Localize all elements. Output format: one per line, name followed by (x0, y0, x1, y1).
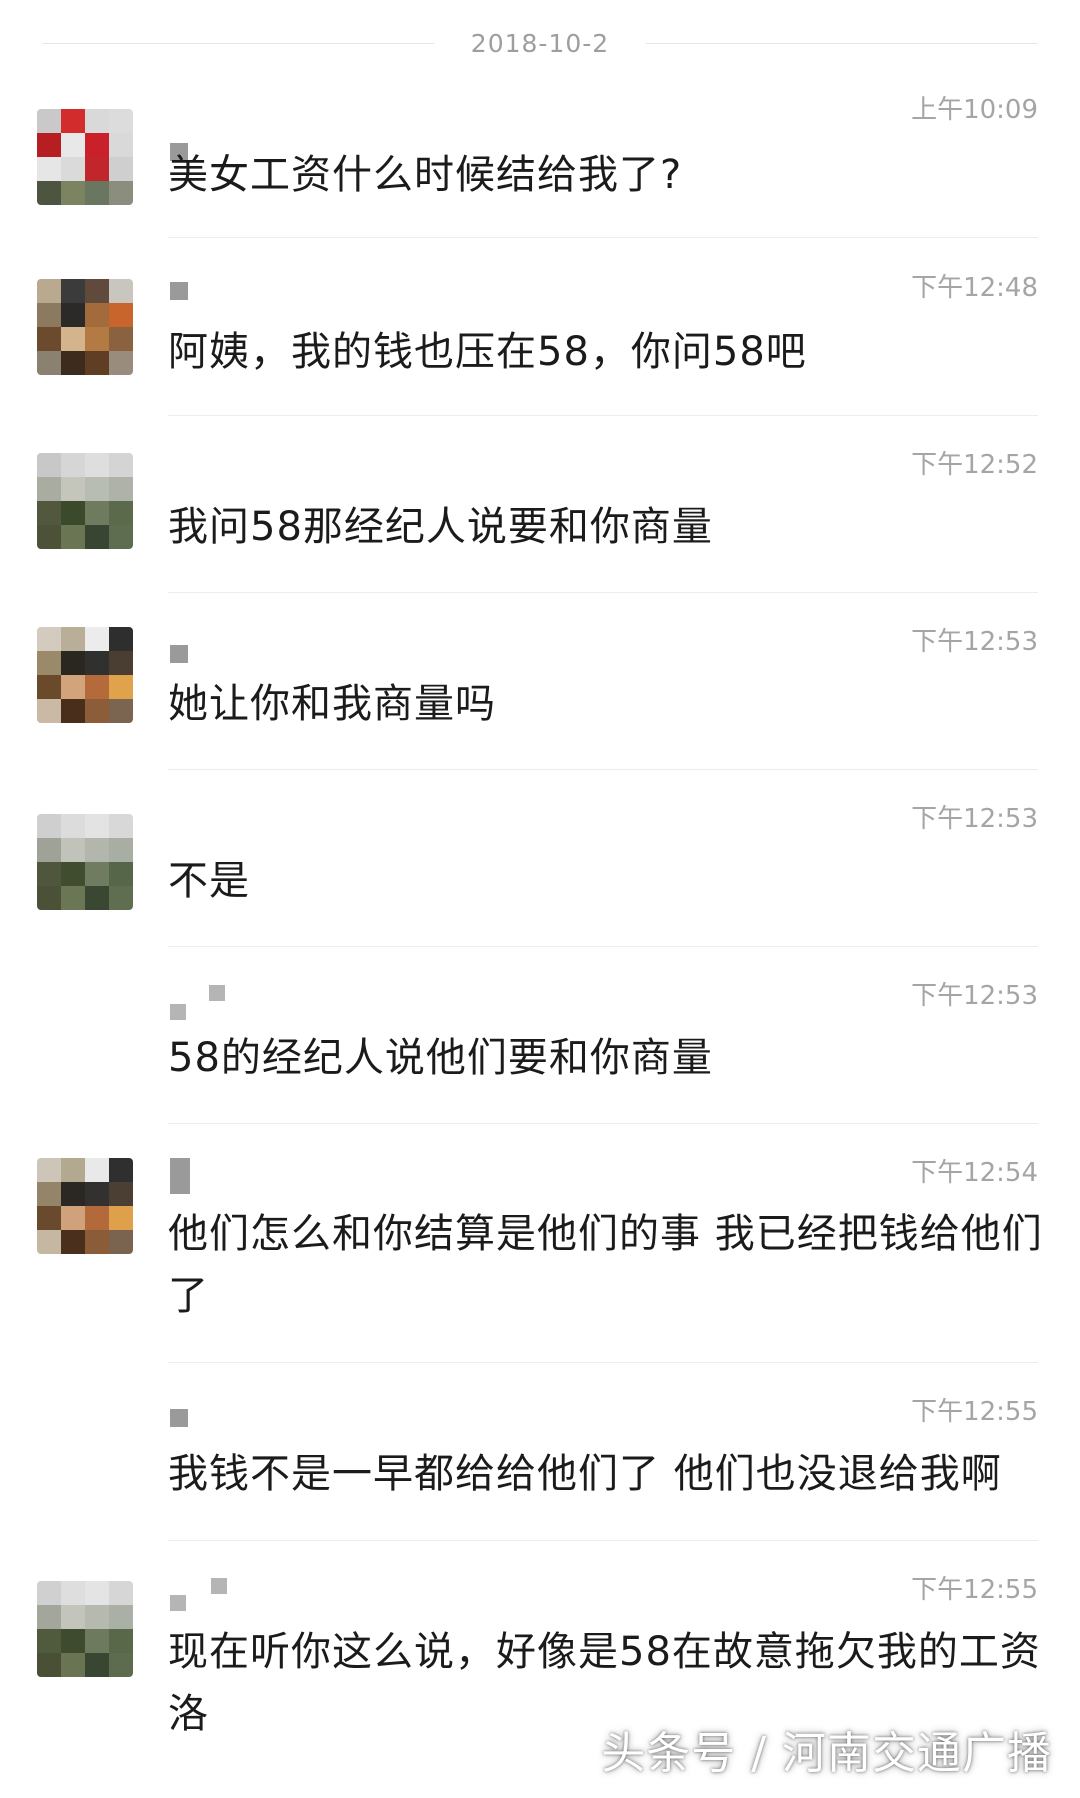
avatar[interactable] (37, 1581, 133, 1677)
avatar[interactable] (37, 814, 133, 910)
sender-name-redacted (170, 1595, 186, 1611)
sender-name-redacted (211, 1578, 227, 1594)
message-text: 我问58那经纪人说要和你商量 (168, 504, 713, 550)
message-text: 不是 (168, 858, 250, 904)
sender-name-redacted (170, 1409, 188, 1427)
message-text: 我钱不是一早都给给他们了 他们也没退给我啊 (168, 1451, 1002, 1497)
message-text: 美女工资什么时候结给我了? (168, 152, 683, 198)
message-timestamp: 下午12:54 (911, 1158, 1038, 1188)
message-divider (168, 592, 1038, 593)
message-text: 她让你和我商量吗 (168, 681, 496, 727)
watermark: 头条号 / 河南交通广播 (601, 1728, 1052, 1779)
message-divider (168, 1362, 1038, 1363)
message-text: 阿姨，我的钱也压在58，你问58吧 (168, 329, 807, 375)
avatar[interactable] (37, 109, 133, 205)
message-divider (168, 1540, 1038, 1541)
sender-name-redacted (170, 1158, 190, 1194)
message-divider (168, 415, 1038, 416)
message-divider (168, 946, 1038, 947)
date-separator: 2018-10-2 (0, 26, 1080, 62)
message-timestamp: 下午12:48 (911, 273, 1038, 303)
sender-name-redacted (170, 282, 188, 300)
message-timestamp: 下午12:52 (911, 450, 1038, 480)
message-timestamp: 下午12:53 (911, 627, 1038, 657)
date-separator-label: 2018-10-2 (470, 29, 610, 58)
message-timestamp: 下午12:55 (911, 1397, 1038, 1427)
avatar[interactable] (37, 1158, 133, 1254)
sender-name-redacted (170, 1004, 186, 1020)
avatar[interactable] (37, 453, 133, 549)
message-divider (168, 1123, 1038, 1124)
avatar[interactable] (37, 279, 133, 375)
message-timestamp: 下午12:53 (911, 981, 1038, 1011)
message-timestamp: 下午12:53 (911, 804, 1038, 834)
message-divider (168, 237, 1038, 238)
message-text: 58的经纪人说他们要和你商量 (168, 1035, 713, 1081)
sender-name-redacted (170, 645, 188, 663)
avatar[interactable] (37, 627, 133, 723)
message-timestamp: 下午12:55 (911, 1575, 1038, 1605)
message-text: 他们怎么和你结算是他们的事 我已经把钱给他们了 (168, 1211, 1043, 1319)
message-timestamp: 上午10:09 (911, 95, 1038, 125)
message-divider (168, 769, 1038, 770)
sender-name-redacted (209, 985, 225, 1001)
